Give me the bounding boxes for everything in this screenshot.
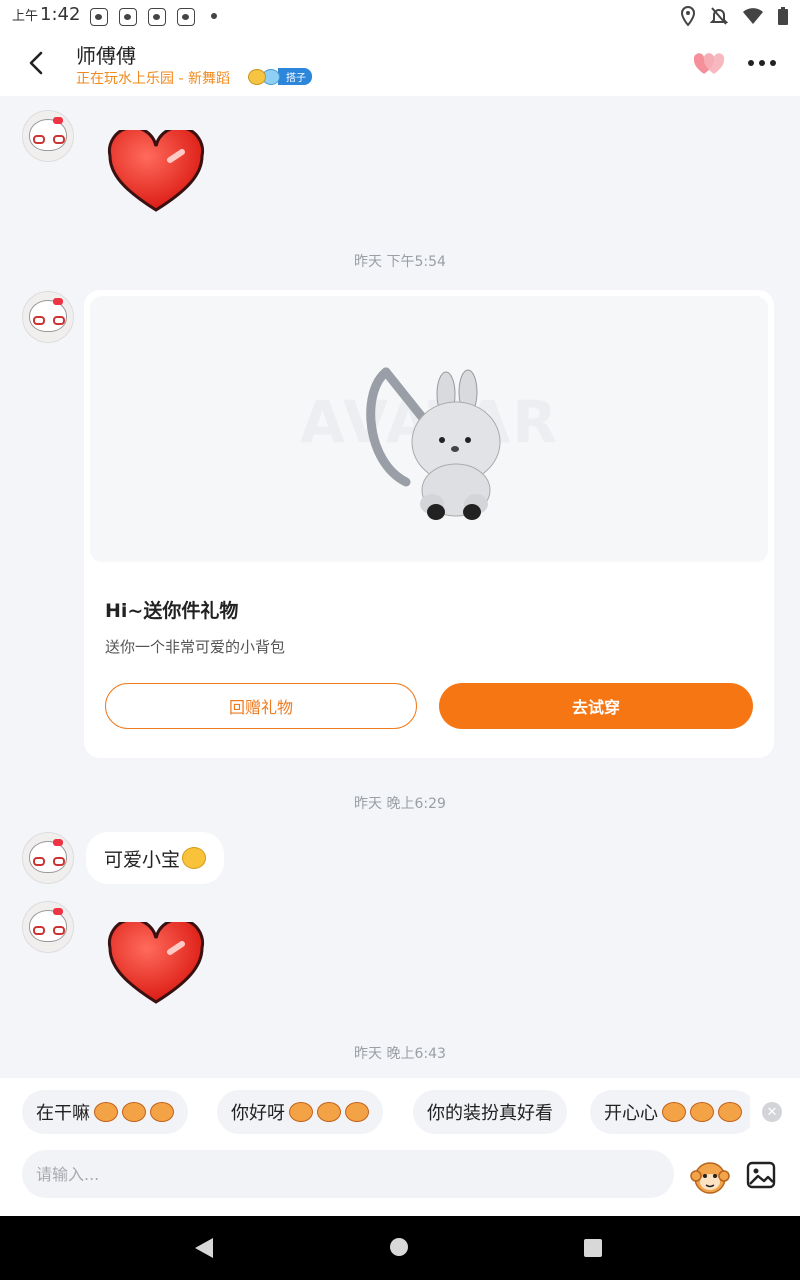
close-icon: ✕ — [766, 1104, 778, 1120]
contact-avatar[interactable] — [22, 110, 74, 162]
close-quick-replies-button[interactable]: ✕ — [762, 1102, 782, 1122]
dot-icon — [759, 60, 765, 66]
chat-header: 师傅傅 正在玩水上乐园 - 新舞蹈 搭子 — [0, 34, 800, 96]
message-input[interactable] — [22, 1150, 674, 1198]
monkey-face-icon — [690, 1102, 714, 1122]
monkey-face-icon — [345, 1102, 369, 1122]
monkey-sticker-button[interactable] — [690, 1158, 730, 1194]
back-button[interactable] — [22, 48, 52, 78]
buddy-badge[interactable]: 搭子 — [248, 68, 312, 85]
heart-sticker[interactable] — [104, 130, 208, 214]
paw-icon — [148, 8, 166, 26]
system-navigation-bar — [0, 1216, 800, 1280]
image-picker-button[interactable] — [746, 1160, 776, 1190]
contact-name[interactable]: 师傅傅 — [76, 40, 136, 69]
gift-image[interactable]: AVATAR — [90, 296, 768, 562]
nav-recents-button[interactable] — [584, 1239, 602, 1257]
return-gift-button[interactable]: 回赠礼物 — [105, 683, 417, 729]
quick-reply-bar: 在干嘛 你好呀 你的装扮真好看 开心心 — [22, 1090, 750, 1136]
message-text: 可爱小宝 — [104, 848, 181, 871]
bunny-backpack-icon — [366, 367, 501, 520]
timestamp: 昨天 晚上6:43 — [354, 1046, 446, 1062]
bell-off-icon — [710, 7, 728, 25]
monkey-face-icon — [662, 1102, 686, 1122]
battery-icon — [778, 7, 788, 25]
timestamp: 昨天 晚上6:29 — [354, 796, 446, 812]
timestamp: 昨天 下午5:54 — [354, 254, 446, 270]
quick-reply-chip[interactable]: 开心心 — [590, 1090, 750, 1134]
monkey-face-icon — [94, 1102, 118, 1122]
more-options-button[interactable] — [748, 60, 776, 68]
nav-back-button[interactable] — [195, 1238, 213, 1258]
hugging-face-icon — [182, 847, 207, 869]
gift-title: Hi~送你件礼物 — [105, 600, 239, 622]
message-bubble[interactable]: 可爱小宝 — [86, 832, 225, 884]
heart-sticker[interactable] — [104, 922, 208, 1006]
dot-icon — [748, 60, 754, 66]
monkey-face-icon — [122, 1102, 146, 1122]
more-notifications-dot — [211, 13, 217, 19]
monkey-face-icon — [289, 1102, 313, 1122]
monkey-face-icon — [317, 1102, 341, 1122]
sunglasses-face-icon — [248, 68, 266, 85]
location-icon — [680, 6, 696, 26]
paw-icon — [119, 8, 137, 26]
status-time: 上午 1:42 — [12, 4, 81, 25]
nav-home-button[interactable] — [390, 1238, 408, 1256]
contact-status: 正在玩水上乐园 - 新舞蹈 — [76, 71, 230, 87]
wifi-icon — [743, 8, 763, 24]
paw-icon — [90, 8, 108, 26]
composer-panel: 在干嘛 你好呀 你的装扮真好看 开心心 ✕ — [0, 1078, 800, 1216]
status-right-icons — [680, 6, 788, 26]
dot-icon — [770, 60, 776, 66]
contact-avatar[interactable] — [22, 291, 74, 343]
status-bar: 上午 1:42 — [0, 0, 800, 34]
intimacy-hearts-button[interactable] — [693, 52, 726, 76]
try-on-button[interactable]: 去试穿 — [439, 683, 753, 729]
contact-avatar[interactable] — [22, 901, 74, 953]
badge-label: 搭子 — [278, 68, 312, 85]
quick-reply-chip[interactable]: 你的装扮真好看 — [413, 1090, 567, 1134]
chevron-left-icon — [29, 51, 43, 75]
monkey-face-icon — [718, 1102, 742, 1122]
quick-reply-chip[interactable]: 你好呀 — [217, 1090, 383, 1134]
monkey-face-icon — [150, 1102, 174, 1122]
paw-icon — [177, 8, 195, 26]
gift-description: 送你一个非常可爱的小背包 — [105, 638, 286, 656]
contact-avatar[interactable] — [22, 832, 74, 884]
gift-card[interactable]: AVATAR Hi~送你件礼物 送你一个非常可爱的小背包 回赠礼物 去试穿 — [84, 290, 774, 758]
double-heart-icon — [693, 53, 725, 74]
quick-reply-chip[interactable]: 在干嘛 — [22, 1090, 188, 1134]
